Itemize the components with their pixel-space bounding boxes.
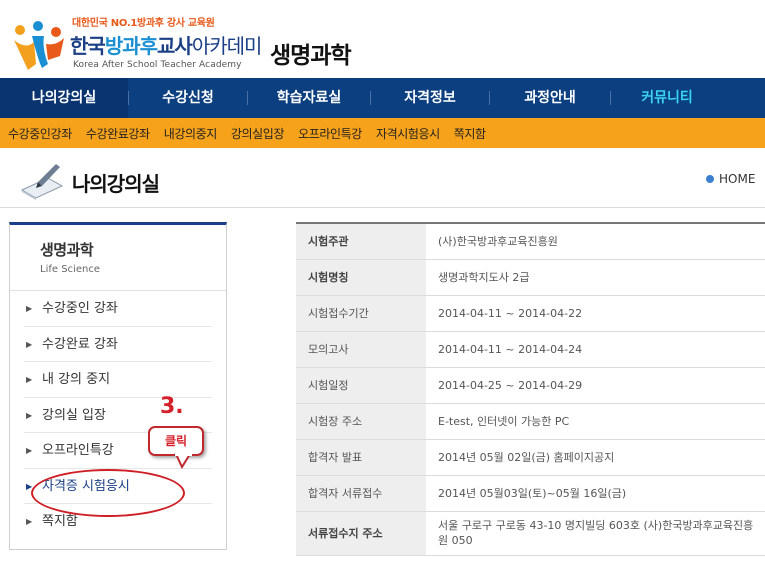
logo-name[interactable]: 한국방과후교사아카데미	[70, 30, 263, 59]
logo-name-part: 방과후	[104, 34, 158, 58]
sub-nav-item[interactable]: 자격시험응시	[376, 125, 440, 142]
table-row: 시험주관 (사)한국방과후교육진흥원	[296, 223, 765, 260]
table-cell: 2014년 05월03일(토)~05월 16일(금)	[426, 475, 765, 512]
arrow-right-icon: ▶	[26, 339, 33, 349]
site-header: 대한민국 NO.1방과후 강사 교육원 한국방과후교사아카데미 Korea Af…	[0, 0, 765, 78]
sidebar-item-label: 내 강의 중지	[42, 372, 111, 387]
arrow-right-icon: ▶	[26, 410, 33, 420]
site-title: 생명과학	[270, 43, 352, 69]
table-row: 시험접수기간 2014-04-11 ~ 2014-04-22	[296, 295, 765, 332]
arrow-right-icon: ▶	[26, 375, 33, 384]
sidebar-title: 생명과학	[40, 241, 94, 259]
nav-item-materials[interactable]: 학습자료실	[248, 78, 370, 118]
step-number-annotation: 3.	[160, 394, 184, 419]
exam-info-table: 시험주관 (사)한국방과후교육진흥원 시험명칭 생명과학지도사 2급 시험접수기간 2…	[296, 222, 765, 556]
home-link-label: HOME	[719, 172, 756, 186]
table-row: 합격자 발표 2014년 05월 02일(금) 홈페이지공지	[296, 439, 765, 476]
table-header-cell: 시험주관	[296, 223, 426, 260]
table-header-cell: 시험접수기간	[296, 295, 426, 332]
sub-nav-item[interactable]: 내강의중지	[164, 125, 218, 142]
table-row: 합격자 서류접수 2014년 05월03일(토)~05월 16일(금)	[296, 475, 765, 512]
table-header-cell: 모의고사	[296, 331, 426, 368]
sub-nav-item[interactable]: 쪽지함	[454, 125, 486, 142]
page-title: 나의강의실	[72, 172, 160, 196]
table-header-cell: 시험일정	[296, 367, 426, 404]
sub-nav-item[interactable]: 수강중인강좌	[8, 125, 72, 142]
arrow-right-icon: ▶	[26, 517, 33, 526]
arrow-right-icon: ▶	[26, 304, 33, 313]
sidebar-header: 생명과학 Life Science	[10, 225, 226, 291]
table-header-cell: 서류접수지 주소	[296, 511, 426, 556]
nav-item-my-classroom[interactable]: 나의강의실	[0, 78, 128, 118]
nav-item-certificate-info[interactable]: 자격정보	[371, 78, 489, 118]
callout-tail-icon	[174, 453, 192, 469]
logo-subtitle: Korea After School Teacher Academy	[73, 60, 242, 70]
sub-nav-item[interactable]: 강의실입장	[231, 125, 285, 142]
sub-nav-item[interactable]: 오프라인특강	[298, 125, 362, 142]
sidebar-item-label: 오프라인특강	[42, 443, 114, 458]
table-row: 서류접수지 주소 서울 구로구 구로동 43-10 명지빌딩 603호 (사)한국…	[296, 511, 765, 556]
home-link[interactable]: HOME	[706, 172, 755, 186]
arrow-right-icon: ▶	[26, 481, 33, 491]
arrow-right-icon: ▶	[26, 446, 33, 455]
table-cell: 2014-04-11 ~ 2014-04-22	[426, 295, 765, 332]
table-header-cell: 합격자 발표	[296, 439, 426, 476]
sidebar-subtitle: Life Science	[40, 264, 100, 275]
table-cell: 2014-04-11 ~ 2014-04-24	[426, 331, 765, 368]
main-nav: 나의강의실 수강신청 학습자료실 자격정보 과정안내 커뮤니티	[0, 78, 765, 118]
table-cell: 서울 구로구 구로동 43-10 명지빌딩 603호 (사)한국방과후교육진흥원…	[426, 511, 765, 556]
logo-figure-icon	[14, 21, 64, 70]
table-row: 시험명칭 생명과학지도사 2급	[296, 259, 765, 296]
nav-item-community[interactable]: 커뮤니티	[611, 78, 723, 118]
nav-item-enrollment[interactable]: 수강신청	[129, 78, 247, 118]
table-header-cell: 시험장 주소	[296, 403, 426, 440]
nav-item-courses[interactable]: 과정안내	[490, 78, 610, 118]
sidebar-item-label: 수강완료 강좌	[42, 336, 118, 352]
bullet-icon	[706, 175, 714, 183]
table-row: 모의고사 2014-04-11 ~ 2014-04-24	[296, 331, 765, 368]
sidebar-item-current-courses[interactable]: ▶ 수강중인 강좌	[24, 291, 212, 327]
table-cell-text: 서울 구로구 구로동 43-10 명지빌딩 603호 (사)한국방과후교육진흥원…	[438, 519, 754, 547]
sub-nav-item[interactable]: 수강완료강좌	[86, 125, 150, 142]
click-callout-annotation: 클릭	[148, 426, 204, 456]
sidebar-item-label: 강의실 입장	[42, 407, 106, 423]
table-cell: E-test, 인터넷이 가능한 PC	[426, 403, 765, 440]
logo-name-part: 아카데미	[191, 34, 263, 58]
highlight-ellipse-annotation	[31, 469, 185, 517]
sidebar-item-completed-courses[interactable]: ▶ 수강완료 강좌	[24, 327, 212, 362]
page-title-area: 나의강의실 HOME	[0, 148, 765, 208]
table-row: 시험일정 2014-04-25 ~ 2014-04-29	[296, 367, 765, 404]
sidebar-item-label: 수강중인 강좌	[42, 301, 118, 316]
table-row: 시험장 주소 E-test, 인터넷이 가능한 PC	[296, 403, 765, 440]
sub-nav: 수강중인강좌 수강완료강좌 내강의중지 강의실입장 오프라인특강 자격시험응시 …	[0, 118, 765, 148]
logo-tagline: 대한민국 NO.1방과후 강사 교육원	[72, 18, 215, 29]
table-cell: (사)한국방과후교육진흥원	[426, 223, 765, 260]
logo-name-part: 교사	[157, 34, 193, 58]
table-header-cell: 합격자 서류접수	[296, 475, 426, 512]
table-cell: 2014-04-25 ~ 2014-04-29	[426, 367, 765, 404]
notebook-pen-icon	[20, 164, 64, 200]
table-cell: 2014년 05월 02일(금) 홈페이지공지	[426, 439, 765, 476]
logo-name-part: 한국	[70, 34, 106, 58]
sidebar-item-label: 쪽지함	[42, 514, 78, 529]
sidebar-item-pause-course[interactable]: ▶ 내 강의 중지	[24, 362, 212, 398]
table-header-cell: 시험명칭	[296, 259, 426, 296]
table-cell: 생명과학지도사 2급	[426, 259, 765, 296]
